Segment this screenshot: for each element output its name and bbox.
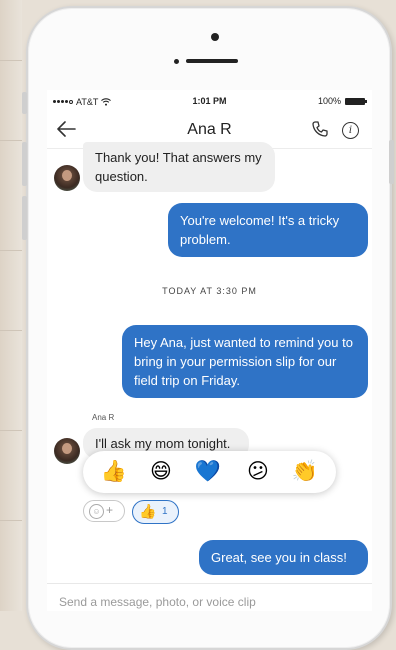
mute-switch (22, 92, 27, 114)
plus-icon: + (106, 503, 114, 517)
thumbs-up-icon[interactable]: 👍 (100, 459, 128, 483)
phone-icon[interactable] (310, 119, 330, 144)
reaction-picker: 👍 😄 💙 😕 👏 (83, 451, 336, 493)
reaction-count: 1 (162, 506, 168, 517)
message-outgoing: Hey Ana, just wanted to remind you to br… (122, 325, 368, 398)
avatar (54, 438, 80, 464)
battery-percentage: 100% (317, 96, 341, 106)
sender-name: Ana R (92, 413, 115, 422)
message-outgoing: You're welcome! It's a tricky problem. (168, 203, 368, 257)
message-input[interactable] (59, 592, 359, 611)
grinning-face-icon[interactable]: 😄 (147, 459, 175, 483)
background-wall (0, 0, 22, 611)
blue-heart-icon[interactable]: 💙 (194, 459, 222, 483)
avatar (54, 165, 80, 191)
message-incoming: Thank you! That answers my question. (83, 142, 275, 192)
confused-face-icon[interactable]: 😕 (244, 459, 272, 483)
smiley-icon: ☺ (89, 504, 104, 519)
volume-down-button (22, 196, 27, 240)
conversation-timestamp: TODAY AT 3:30 PM (162, 286, 257, 296)
add-reaction-button[interactable]: ☺ + (83, 500, 125, 522)
sensor-dot (174, 59, 179, 64)
earpiece-speaker (186, 59, 238, 63)
front-camera (211, 33, 219, 41)
volume-up-button (22, 142, 27, 186)
battery-icon (345, 97, 367, 105)
power-button (389, 140, 394, 184)
phone-screen: AT&T 1:01 PM 100% Ana R i Thank you! Tha… (47, 90, 372, 611)
message-outgoing: Great, see you in class! (199, 540, 368, 575)
thumbs-up-icon: 👍 (139, 503, 157, 519)
clapping-hands-icon[interactable]: 👏 (291, 459, 319, 483)
message-composer (47, 583, 372, 611)
reaction-count-chip[interactable]: 👍 1 (132, 500, 179, 524)
info-icon[interactable]: i (342, 122, 359, 139)
status-bar: AT&T 1:01 PM 100% (47, 90, 372, 112)
